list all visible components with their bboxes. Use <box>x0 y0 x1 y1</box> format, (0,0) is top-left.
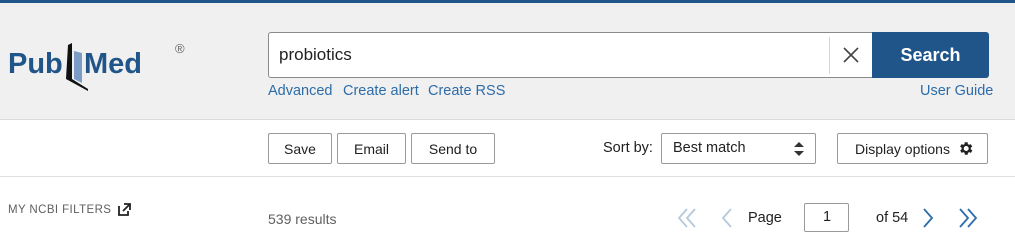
page-number-input[interactable]: 1 <box>804 203 849 232</box>
logo-text-pub: Pub <box>8 48 63 80</box>
total-pages-label: of 54 <box>876 210 909 226</box>
previous-page-icon[interactable] <box>720 207 734 229</box>
header: Pub Med ® Search Advanced Create alert C… <box>0 3 1015 120</box>
display-options-label: Display options <box>855 141 950 157</box>
last-page-icon[interactable] <box>957 207 979 229</box>
create-rss-link[interactable]: Create RSS <box>428 83 505 99</box>
search-input[interactable] <box>279 33 819 77</box>
sort-arrows-icon <box>794 142 804 156</box>
user-guide-link[interactable]: User Guide <box>920 83 993 99</box>
next-page-icon[interactable] <box>921 207 935 229</box>
sort-select-value: Best match <box>673 140 746 156</box>
external-link-icon[interactable] <box>118 203 131 216</box>
advanced-link[interactable]: Advanced <box>268 83 333 99</box>
create-alert-link[interactable]: Create alert <box>343 83 419 99</box>
search-box <box>268 32 873 78</box>
email-button[interactable]: Email <box>337 133 406 164</box>
search-button[interactable]: Search <box>872 32 989 78</box>
save-button[interactable]: Save <box>268 133 332 164</box>
sort-by-label: Sort by: <box>603 140 653 156</box>
logo-book-light <box>74 51 82 83</box>
results-toolbar: Save Email Send to Sort by: Best match D… <box>0 120 1015 177</box>
pubmed-logo[interactable]: Pub Med ® <box>8 39 198 99</box>
clear-search-button[interactable] <box>829 37 873 74</box>
send-to-button[interactable]: Send to <box>411 133 495 164</box>
results-count: 539 results <box>268 211 337 227</box>
my-ncbi-filters-label[interactable]: MY NCBI FILTERS <box>8 204 111 216</box>
display-options-button[interactable]: Display options <box>837 133 988 164</box>
close-icon <box>843 47 859 63</box>
first-page-icon[interactable] <box>676 207 698 229</box>
gear-icon <box>960 142 973 155</box>
page-label: Page <box>748 210 782 226</box>
logo-text-med: Med <box>84 48 142 80</box>
sort-select[interactable]: Best match <box>661 133 816 164</box>
logo-registered: ® <box>175 41 185 56</box>
